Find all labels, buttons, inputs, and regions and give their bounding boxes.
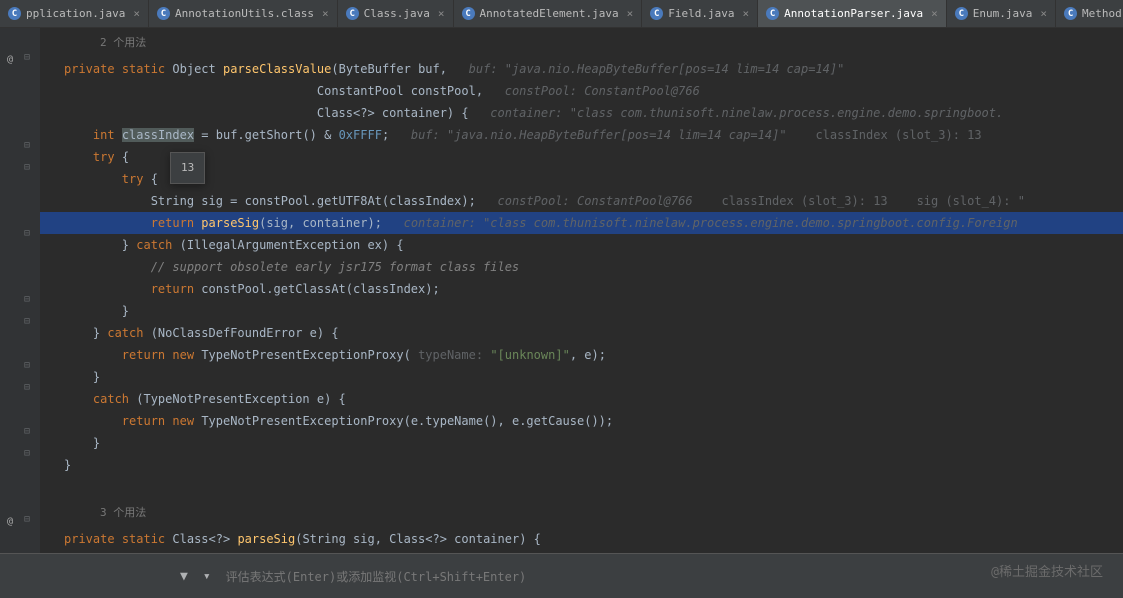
code-line[interactable]: }: [40, 454, 1123, 476]
chevron-down-icon[interactable]: ▾: [203, 569, 211, 584]
file-icon: C: [766, 7, 779, 20]
override-icon[interactable]: @: [3, 52, 17, 66]
code-line[interactable]: catch (TypeNotPresentException e) {: [40, 388, 1123, 410]
code-line[interactable]: }: [40, 366, 1123, 388]
code-line[interactable]: }: [40, 300, 1123, 322]
tab-item[interactable]: CEnum.java×: [947, 0, 1056, 27]
code-area[interactable]: 2 个用法 private static Object parseClassVa…: [40, 28, 1123, 550]
file-icon: C: [1064, 7, 1077, 20]
fold-close-icon[interactable]: ⊟: [24, 360, 34, 371]
code-line[interactable]: return new TypeNotPresentExceptionProxy(…: [40, 344, 1123, 366]
fold-icon[interactable]: ⊟: [24, 162, 34, 173]
code-line[interactable]: } catch (IllegalArgumentException ex) {: [40, 234, 1123, 256]
code-line[interactable]: }: [40, 432, 1123, 454]
close-icon[interactable]: ×: [931, 7, 938, 20]
code-line[interactable]: } catch (NoClassDefFoundError e) {: [40, 322, 1123, 344]
value-tooltip: 13: [170, 152, 205, 184]
tab-item[interactable]: CField.java×: [642, 0, 758, 27]
tab-item[interactable]: Cpplication.java×: [0, 0, 149, 27]
code-line[interactable]: ConstantPool constPool, constPool: Const…: [40, 80, 1123, 102]
fold-close-icon[interactable]: ⊟: [24, 294, 34, 305]
close-icon[interactable]: ×: [742, 7, 749, 20]
close-icon[interactable]: ×: [1040, 7, 1047, 20]
code-line[interactable]: // support obsolete early jsr175 format …: [40, 256, 1123, 278]
code-line[interactable]: return constPool.getClassAt(classIndex);: [40, 278, 1123, 300]
fold-icon[interactable]: ⊟: [24, 52, 34, 63]
gutter[interactable]: @ ⊟ ⊟ ⊟ ⊟ ⊟ ⊟ ⊟ ⊟ ⊟ ⊟ @ ⊟: [0, 28, 40, 553]
override-icon[interactable]: @: [3, 514, 17, 528]
file-icon: C: [346, 7, 359, 20]
close-icon[interactable]: ×: [627, 7, 634, 20]
fold-icon[interactable]: ⊟: [24, 316, 34, 327]
code-line[interactable]: return new TypeNotPresentExceptionProxy(…: [40, 410, 1123, 432]
evaluate-expression-input[interactable]: 评估表达式(Enter)或添加监视(Ctrl+Shift+Enter): [226, 568, 1103, 585]
code-line[interactable]: int classIndex = buf.getShort() & 0xFFFF…: [40, 124, 1123, 146]
close-icon[interactable]: ×: [322, 7, 329, 20]
fold-icon[interactable]: ⊟: [24, 228, 34, 239]
fold-close-icon[interactable]: ⊟: [24, 448, 34, 459]
fold-close-icon[interactable]: ⊟: [24, 426, 34, 437]
file-icon: C: [955, 7, 968, 20]
debug-panel: ▼ ▾ 评估表达式(Enter)或添加监视(Ctrl+Shift+Enter): [0, 553, 1123, 598]
close-icon[interactable]: ×: [438, 7, 445, 20]
usages-hint[interactable]: 3 个用法: [40, 498, 1123, 528]
tab-item-active[interactable]: CAnnotationParser.java×: [758, 0, 947, 27]
code-line[interactable]: private static Class<?> parseSig(String …: [40, 528, 1123, 550]
editor-tabs: Cpplication.java× CAnnotationUtils.class…: [0, 0, 1123, 28]
watermark: @稀土掘金技术社区: [991, 561, 1103, 580]
tab-item[interactable]: CMethod.java×: [1056, 0, 1123, 27]
tab-item[interactable]: CClass.java×: [338, 0, 454, 27]
tab-item[interactable]: CAnnotationUtils.class×: [149, 0, 338, 27]
tab-item[interactable]: CAnnotatedElement.java×: [454, 0, 643, 27]
code-line[interactable]: Class<?> container) { container: "class …: [40, 102, 1123, 124]
filter-icon[interactable]: ▼: [180, 569, 188, 584]
code-editor[interactable]: @ ⊟ ⊟ ⊟ ⊟ ⊟ ⊟ ⊟ ⊟ ⊟ ⊟ @ ⊟ 2 个用法 private …: [0, 28, 1123, 553]
code-line-current[interactable]: return parseSig(sig, container); contain…: [40, 212, 1123, 234]
file-icon: C: [462, 7, 475, 20]
file-icon: C: [157, 7, 170, 20]
fold-icon[interactable]: ⊟: [24, 514, 34, 525]
code-line[interactable]: [40, 476, 1123, 498]
fold-icon[interactable]: ⊟: [24, 140, 34, 151]
close-icon[interactable]: ×: [133, 7, 140, 20]
fold-icon[interactable]: ⊟: [24, 382, 34, 393]
code-line[interactable]: private static Object parseClassValue(By…: [40, 58, 1123, 80]
code-line[interactable]: String sig = constPool.getUTF8At(classIn…: [40, 190, 1123, 212]
usages-hint[interactable]: 2 个用法: [40, 28, 1123, 58]
file-icon: C: [650, 7, 663, 20]
file-icon: C: [8, 7, 21, 20]
